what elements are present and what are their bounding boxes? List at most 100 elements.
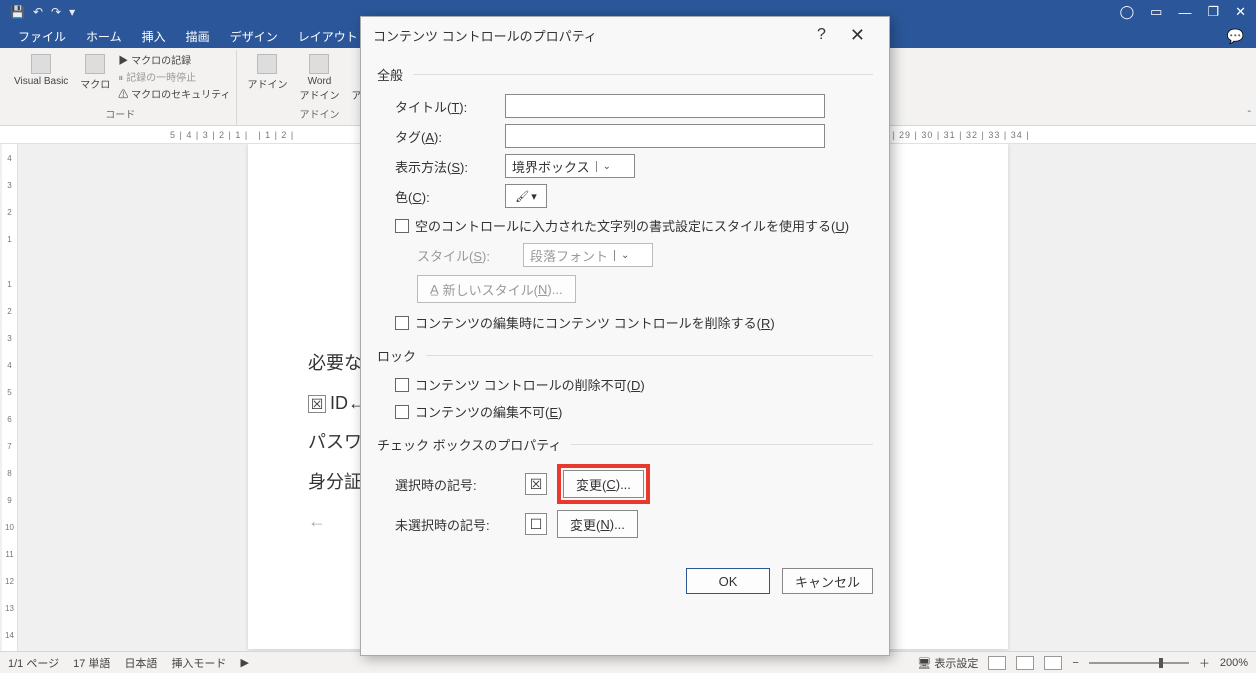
- vertical-ruler[interactable]: 43211234567891011121314151617181920: [2, 144, 18, 651]
- checked-symbol-label: 選択時の記号:: [395, 475, 515, 494]
- window-controls: ◯ ▭ — ❐ ✕: [1120, 4, 1256, 20]
- no-edit-checkbox[interactable]: [395, 405, 409, 419]
- chevron-down-icon: ⌄: [596, 161, 611, 172]
- style-select-value: 段落フォント: [530, 246, 608, 265]
- zoom-slider-thumb[interactable]: [1159, 658, 1163, 668]
- qat-customize-icon[interactable]: ▾: [69, 5, 75, 19]
- ribbon-group-code: Visual Basic マクロ ▶ マクロの記録 ⏸ 記録の一時停止 ⚠ マク…: [4, 50, 237, 125]
- status-page[interactable]: 1/1 ページ: [8, 655, 59, 671]
- view-web-layout-icon[interactable]: [1044, 656, 1062, 670]
- new-style-icon: A̲: [430, 282, 439, 297]
- show-as-select[interactable]: 境界ボックス ⌄: [505, 154, 635, 178]
- status-word-count[interactable]: 17 単語: [73, 655, 110, 671]
- no-edit-label: コンテンツの編集不可(E): [415, 402, 562, 421]
- visual-basic-label: Visual Basic: [14, 76, 68, 87]
- style-select: 段落フォント ⌄: [523, 243, 653, 267]
- tab-file[interactable]: ファイル: [10, 25, 74, 48]
- macro-button[interactable]: マクロ: [76, 52, 114, 93]
- save-icon[interactable]: 💾: [10, 5, 25, 19]
- macro-icon: [85, 54, 105, 74]
- content-control-properties-dialog: コンテンツ コントロールのプロパティ ? ✕ 全般 タイトル(T): タグ(A)…: [360, 16, 890, 656]
- tab-insert[interactable]: 挿入: [134, 25, 174, 48]
- record-macro-button[interactable]: ▶ マクロの記録: [118, 52, 230, 67]
- dialog-help-button[interactable]: ?: [805, 22, 838, 48]
- display-settings-button[interactable]: 🖥 表示設定: [917, 655, 978, 671]
- pause-recording-button[interactable]: ⏸ 記録の一時停止: [118, 69, 230, 84]
- tab-design[interactable]: デザイン: [222, 25, 286, 48]
- zoom-level[interactable]: 200%: [1220, 657, 1248, 669]
- view-print-layout-icon[interactable]: [1016, 656, 1034, 670]
- remove-on-edit-checkbox[interactable]: [395, 316, 409, 330]
- section-lock: ロック: [377, 346, 873, 365]
- dialog-title: コンテンツ コントロールのプロパティ: [373, 26, 805, 45]
- close-window-button[interactable]: ✕: [1235, 4, 1246, 20]
- checked-symbol-preview: ☒: [525, 473, 547, 495]
- paint-bucket-icon: 🖌: [515, 190, 529, 203]
- no-delete-label: コンテンツ コントロールの削除不可(D): [415, 375, 645, 394]
- new-style-button: A̲ 新しいスタイル(N)...: [417, 275, 576, 303]
- color-picker-button[interactable]: 🖌▾: [505, 184, 547, 208]
- macro-label: マクロ: [80, 76, 110, 91]
- highlight-box: 変更(C)...: [557, 464, 650, 504]
- collapse-ribbon-icon[interactable]: ˆ: [1248, 110, 1251, 121]
- minimize-button[interactable]: —: [1178, 5, 1191, 20]
- title-field-label: タイトル(T):: [395, 97, 495, 116]
- tag-input[interactable]: [505, 124, 825, 148]
- no-delete-checkbox[interactable]: [395, 378, 409, 392]
- status-insert-mode[interactable]: 挿入モード: [171, 655, 226, 671]
- tag-field-label: タグ(A):: [395, 127, 495, 146]
- ruler-right-segment: | 1 | 2 |: [258, 130, 294, 140]
- chevron-down-icon: ⌄: [614, 250, 629, 261]
- style-select-label: スタイル(S):: [417, 246, 517, 265]
- undo-icon[interactable]: ↶: [33, 5, 43, 19]
- display-settings-label: 表示設定: [934, 658, 978, 670]
- cancel-button[interactable]: キャンセル: [782, 568, 873, 594]
- color-label: 色(C):: [395, 187, 495, 206]
- title-input[interactable]: [505, 94, 825, 118]
- group-label-code: コード: [10, 106, 230, 123]
- status-macro-icon[interactable]: ▶: [240, 656, 248, 669]
- unchecked-symbol-label: 未選択時の記号:: [395, 515, 515, 534]
- unchecked-symbol-preview: ☐: [525, 513, 547, 535]
- tab-home[interactable]: ホーム: [78, 25, 130, 48]
- record-macro-label: マクロの記録: [131, 56, 191, 67]
- macro-security-button[interactable]: ⚠ マクロのセキュリティ: [118, 86, 230, 101]
- ruler-left-segment: 5 | 4 | 3 | 2 | 1 |: [170, 130, 248, 140]
- dialog-titlebar[interactable]: コンテンツ コントロールのプロパティ ? ✕: [361, 17, 889, 53]
- use-style-checkbox[interactable]: [395, 219, 409, 233]
- visual-basic-icon: [31, 54, 51, 74]
- word-addin-label: Word アドイン: [299, 76, 339, 102]
- zoom-slider[interactable]: [1089, 662, 1189, 664]
- section-general: 全般: [377, 65, 873, 84]
- tab-layout[interactable]: レイアウト: [290, 25, 366, 48]
- zoom-out-button[interactable]: −: [1072, 657, 1078, 669]
- use-style-label: 空のコントロールに入力された文字列の書式設定にスタイルを使用する(U): [415, 216, 849, 235]
- word-addin-icon: [309, 54, 329, 74]
- maximize-button[interactable]: ❐: [1207, 4, 1219, 20]
- redo-icon[interactable]: ↷: [51, 5, 61, 19]
- section-checkbox-props: チェック ボックスのプロパティ: [377, 435, 873, 454]
- zoom-in-button[interactable]: ＋: [1199, 655, 1210, 671]
- tab-draw[interactable]: 描画: [178, 25, 218, 48]
- view-read-mode-icon[interactable]: [988, 656, 1006, 670]
- account-icon[interactable]: ◯: [1120, 4, 1135, 20]
- macro-security-label: マクロのセキュリティ: [131, 90, 230, 101]
- dialog-close-button[interactable]: ✕: [838, 21, 877, 50]
- remove-on-edit-label: コンテンツの編集時にコンテンツ コントロールを削除する(R): [415, 313, 775, 332]
- change-checked-symbol-button[interactable]: 変更(C)...: [563, 470, 644, 498]
- quick-access-toolbar: 💾 ↶ ↷ ▾: [0, 5, 85, 19]
- addin-button[interactable]: アドイン: [243, 52, 291, 93]
- show-as-label: 表示方法(S):: [395, 157, 495, 176]
- change-unchecked-symbol-button[interactable]: 変更(N)...: [557, 510, 638, 538]
- ok-button[interactable]: OK: [686, 568, 770, 594]
- checkbox-content-control[interactable]: ☒: [308, 395, 326, 413]
- ribbon-display-options-icon[interactable]: ▭: [1150, 4, 1162, 20]
- status-language[interactable]: 日本語: [124, 655, 157, 671]
- pause-recording-label: 記録の一時停止: [126, 73, 196, 84]
- visual-basic-button[interactable]: Visual Basic: [10, 52, 72, 89]
- addin-icon: [257, 54, 277, 74]
- share-icon[interactable]: 💬: [1227, 28, 1256, 45]
- word-addin-button[interactable]: Word アドイン: [295, 52, 343, 104]
- show-as-value: 境界ボックス: [512, 157, 590, 176]
- addin-label: アドイン: [247, 76, 287, 91]
